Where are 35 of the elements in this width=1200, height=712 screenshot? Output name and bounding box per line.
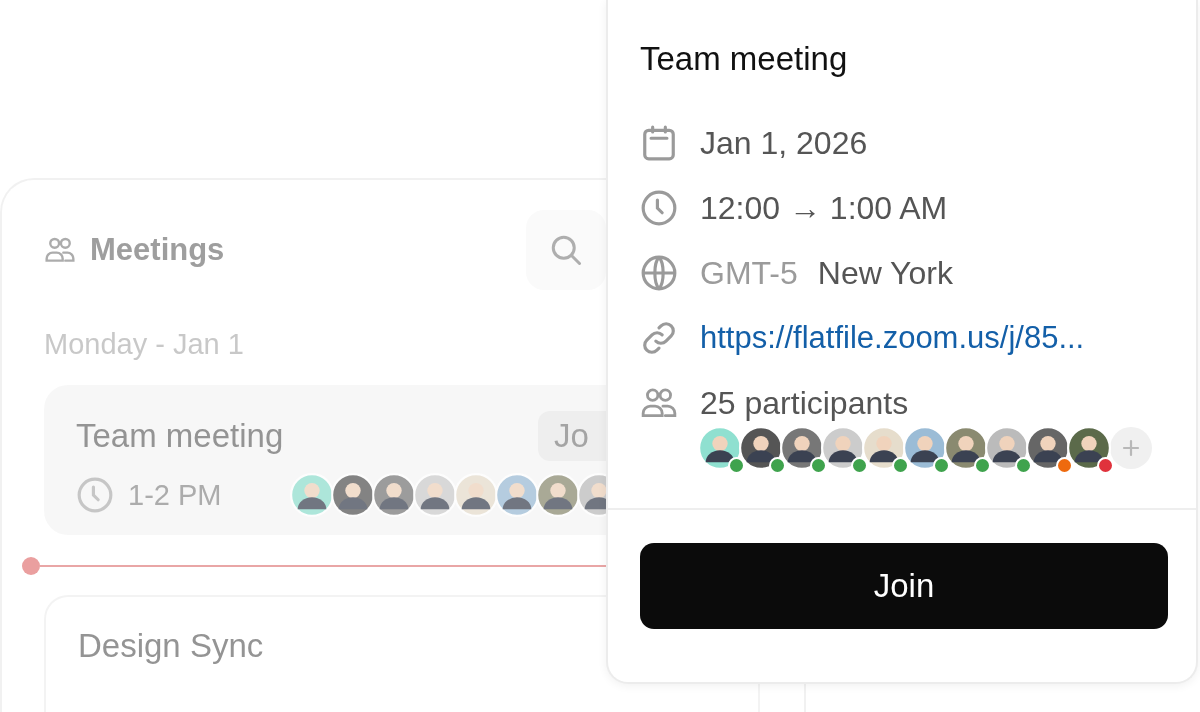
avatar-silhouette-icon xyxy=(536,473,580,517)
avatar-silhouette-icon xyxy=(739,426,783,470)
avatar-silhouette-icon xyxy=(862,426,906,470)
avatar-silhouette-icon xyxy=(495,473,539,517)
avatar-silhouette-icon xyxy=(413,473,457,517)
meeting-title: Design Sync xyxy=(78,627,264,665)
popover-title: Team meeting xyxy=(640,40,849,79)
avatar-silhouette-icon xyxy=(454,473,498,517)
avatar-silhouette-icon xyxy=(372,473,416,517)
clock-icon xyxy=(640,189,678,227)
avatar-silhouette-icon xyxy=(985,426,1029,470)
meeting-title: Team meeting xyxy=(76,417,284,455)
clock-icon xyxy=(76,476,114,514)
avatar-silhouette-icon xyxy=(944,426,988,470)
avatar-silhouette-icon xyxy=(331,473,375,517)
avatar-silhouette-icon xyxy=(821,426,865,470)
meeting-time: 1-2 PM xyxy=(128,478,223,512)
calendar-icon xyxy=(640,124,678,162)
link-icon xyxy=(640,319,678,357)
timezone-offset: GMT-5 xyxy=(700,254,798,292)
avatar-silhouette-icon xyxy=(1026,426,1070,470)
avatar-silhouette-icon xyxy=(290,473,334,517)
avatar-silhouette-icon xyxy=(698,426,742,470)
avatar-silhouette-icon xyxy=(1067,426,1111,470)
meeting-link[interactable]: https://flatfile.zoom.us/j/85... xyxy=(700,320,1085,356)
meeting-date: Jan 1, 2026 xyxy=(700,124,868,162)
timezone-city: New York xyxy=(817,254,953,292)
add-participant-button[interactable] xyxy=(1110,427,1152,469)
globe-icon xyxy=(640,254,678,292)
panel-title: Meetings xyxy=(90,232,225,268)
search-button[interactable] xyxy=(526,210,606,290)
avatar-silhouette-icon xyxy=(780,426,824,470)
avatar-silhouette-icon xyxy=(903,426,947,470)
meeting-time: 12:00 → 1:00 AM xyxy=(700,189,948,227)
join-button[interactable]: Join xyxy=(640,543,1168,629)
